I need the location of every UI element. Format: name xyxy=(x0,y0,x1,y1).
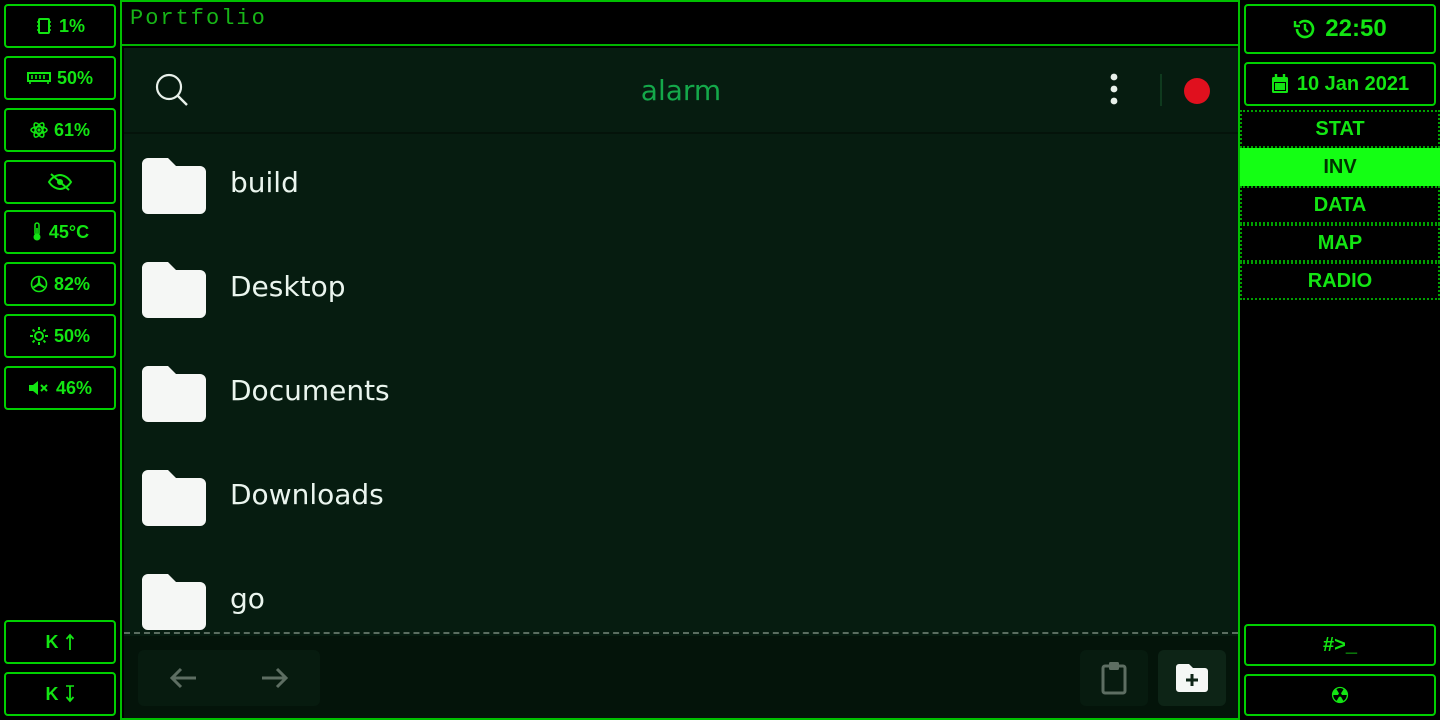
visibility-toggle[interactable] xyxy=(4,160,116,204)
folder-name: Desktop xyxy=(230,270,346,303)
navigation-group xyxy=(138,650,320,706)
arrow-down-icon xyxy=(65,685,74,703)
volume-indicator[interactable]: 46% xyxy=(4,366,116,410)
time-value: 22:50 xyxy=(1325,15,1387,42)
arrow-up-icon xyxy=(65,633,74,650)
gpu-value: 61% xyxy=(53,119,91,140)
clock[interactable]: 22:50 xyxy=(1244,4,1436,54)
fan-indicator[interactable]: 82% xyxy=(4,262,116,306)
volume-mute-icon xyxy=(28,381,48,395)
list-divider xyxy=(124,632,1238,634)
brightness-value: 50% xyxy=(53,325,91,346)
tab-data[interactable]: DATA xyxy=(1240,186,1440,224)
file-manager: alarm build Desktop Documents Downloads xyxy=(124,48,1238,718)
list-item[interactable]: Desktop xyxy=(124,240,1238,344)
brightness-indicator[interactable]: 50% xyxy=(4,314,116,358)
paste-button[interactable] xyxy=(1080,650,1148,706)
brightness-icon xyxy=(29,327,48,345)
folder-name: go xyxy=(230,582,265,615)
cpu-icon xyxy=(36,18,51,34)
list-item[interactable]: Downloads xyxy=(124,448,1238,552)
app-header: alarm xyxy=(124,48,1238,134)
left-status-column: 1% 50% 61% 45°C 82% 50% 46% K K xyxy=(0,0,120,720)
tab-radio[interactable]: RADIO xyxy=(1240,262,1440,300)
gpu-indicator[interactable]: 61% xyxy=(4,108,116,152)
keyboard-down-label: K xyxy=(45,683,59,704)
folder-icon xyxy=(142,158,206,214)
forward-arrow-icon[interactable] xyxy=(256,660,292,696)
folder-icon xyxy=(142,470,206,526)
date-display[interactable]: 10 Jan 2021 xyxy=(1244,62,1436,106)
bottom-toolbar xyxy=(124,636,1238,718)
folder-icon xyxy=(142,366,206,422)
new-folder-button[interactable] xyxy=(1158,650,1226,706)
back-arrow-icon[interactable] xyxy=(166,660,202,696)
temperature-indicator[interactable]: 45°C xyxy=(4,210,116,254)
thermometer-icon xyxy=(33,222,41,241)
right-column: 22:50 10 Jan 2021 STAT INV DATA MAP RADI… xyxy=(1240,0,1440,720)
terminal-label: #>_ xyxy=(1323,633,1357,656)
radiation-icon xyxy=(1331,686,1349,704)
folder-name: Downloads xyxy=(230,478,384,511)
folder-icon xyxy=(142,262,206,318)
atom-icon xyxy=(30,122,48,138)
keyboard-down-button[interactable]: K xyxy=(4,672,116,716)
keyboard-up-label: K xyxy=(45,631,59,652)
date-value: 10 Jan 2021 xyxy=(1296,72,1410,95)
list-item[interactable]: Documents xyxy=(124,344,1238,448)
memory-icon xyxy=(26,72,51,84)
folder-list: build Desktop Documents Downloads go xyxy=(124,136,1238,632)
cpu-value: 1% xyxy=(58,15,85,36)
tab-inv[interactable]: INV xyxy=(1240,148,1440,186)
list-item[interactable]: build xyxy=(124,136,1238,240)
list-item[interactable]: go xyxy=(124,552,1238,632)
cpu-indicator[interactable]: 1% xyxy=(4,4,116,48)
terminal-button[interactable]: #>_ xyxy=(1244,624,1436,666)
more-options-icon[interactable] xyxy=(1102,72,1126,108)
main-window: Portfolio alarm build Desktop Documents xyxy=(120,0,1240,720)
fan-value: 82% xyxy=(53,273,91,294)
window-title: Portfolio xyxy=(122,2,1238,46)
history-icon xyxy=(1294,19,1315,39)
app-title: alarm xyxy=(640,74,722,107)
header-divider xyxy=(1160,74,1162,106)
folder-name: build xyxy=(230,166,299,199)
memory-indicator[interactable]: 50% xyxy=(4,56,116,100)
tab-map[interactable]: MAP xyxy=(1240,224,1440,262)
memory-value: 50% xyxy=(56,67,94,88)
temperature-value: 45°C xyxy=(48,221,90,242)
tab-stat[interactable]: STAT xyxy=(1240,110,1440,148)
eye-slash-icon xyxy=(47,173,73,191)
record-button[interactable] xyxy=(1184,78,1210,104)
clipboard-icon xyxy=(1101,662,1127,695)
folder-name: Documents xyxy=(230,374,390,407)
keyboard-up-button[interactable]: K xyxy=(4,620,116,664)
radiation-button[interactable] xyxy=(1244,674,1436,716)
new-folder-icon xyxy=(1176,664,1208,692)
folder-icon xyxy=(142,574,206,630)
fan-icon xyxy=(30,275,48,293)
calendar-icon xyxy=(1271,74,1288,93)
volume-value: 46% xyxy=(55,377,93,398)
